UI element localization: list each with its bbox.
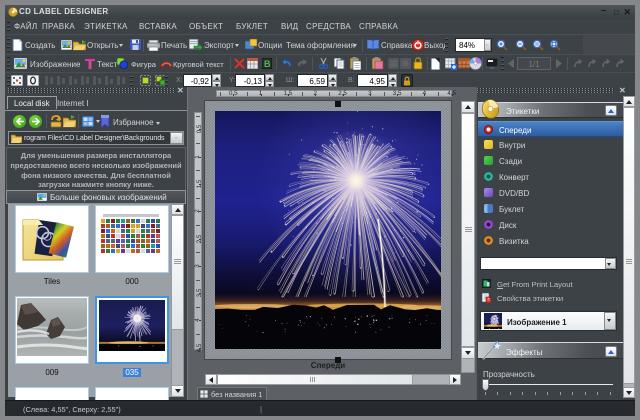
svg-text:B: B: [264, 59, 271, 69]
